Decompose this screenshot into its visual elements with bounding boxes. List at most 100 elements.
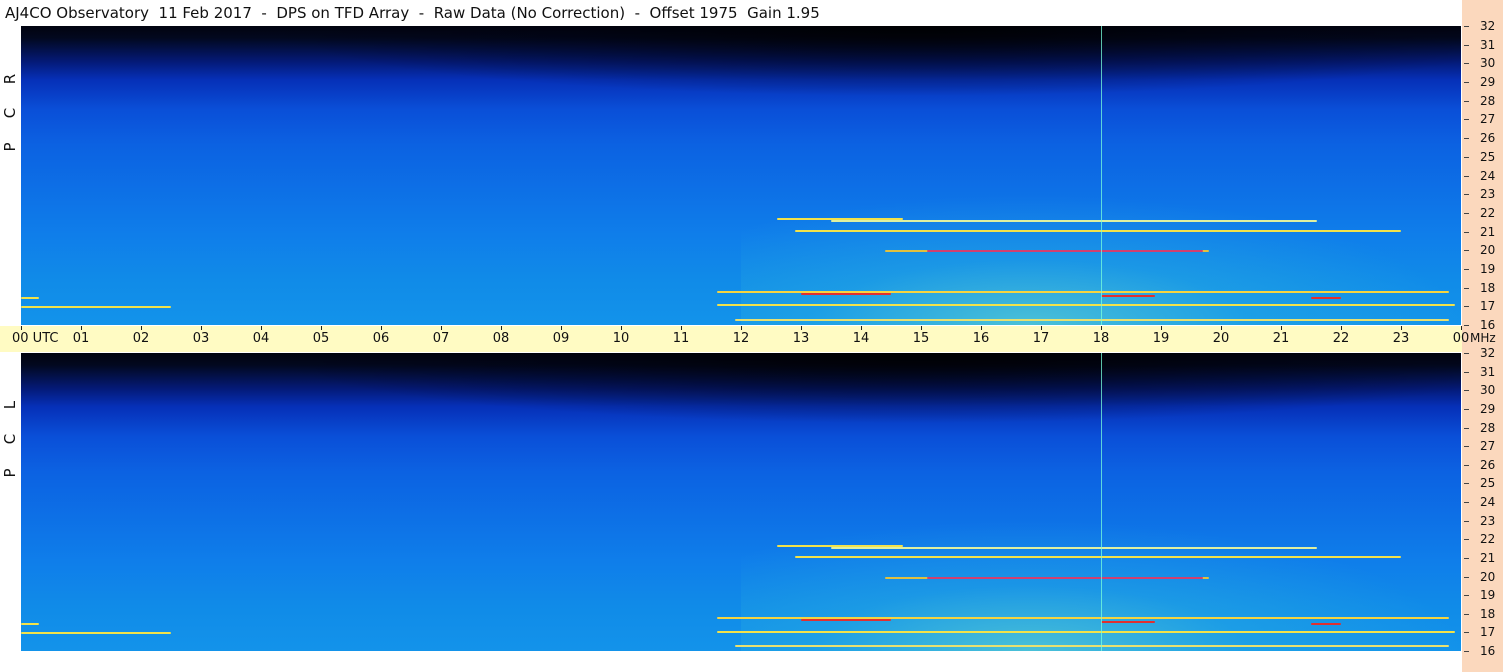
emission-streak [1101, 621, 1155, 624]
frequency-tick [1464, 82, 1469, 84]
frequency-tick [1464, 194, 1469, 196]
frequency-tick-label: 27 [1480, 439, 1496, 454]
time-tick [321, 326, 322, 330]
emission-streak [717, 630, 1455, 633]
polarization-letter: R [1, 73, 19, 85]
frequency-tick-label: 21 [1480, 550, 1496, 565]
time-tick [921, 326, 922, 330]
frequency-tick-label: 28 [1480, 93, 1496, 108]
time-tick-label: 21 [1272, 331, 1290, 346]
time-tick [1341, 326, 1342, 330]
time-tick-label: 00 UTC [12, 331, 59, 346]
frequency-tick-label: 23 [1480, 513, 1496, 528]
frequency-tick [1464, 632, 1469, 634]
frequency-tick-label: 19 [1480, 261, 1496, 276]
time-tick [201, 326, 202, 330]
time-tick-label: 04 [252, 331, 270, 346]
frequency-tick-label: 16 [1480, 644, 1496, 658]
frequency-tick-label: 21 [1480, 224, 1496, 239]
emission-streak [795, 229, 1401, 232]
time-tick [1101, 326, 1102, 330]
frequency-tick [1464, 483, 1469, 485]
time-tick-label: 10 [612, 331, 630, 346]
polarization-letter: P [1, 142, 19, 152]
time-tick [81, 326, 82, 330]
frequency-tick [1464, 212, 1469, 214]
time-tick-label: 19 [1152, 331, 1170, 346]
frequency-tick-label: 28 [1480, 420, 1496, 435]
time-tick [681, 326, 682, 330]
frequency-tick [1464, 175, 1469, 177]
emission-streak [21, 306, 171, 309]
marker-line [1101, 353, 1102, 651]
frequency-tick [1464, 156, 1469, 158]
frequency-tick [1464, 250, 1469, 252]
emission-streak [795, 556, 1401, 558]
emission-streak [21, 632, 171, 635]
emission-streak [1101, 295, 1155, 298]
time-tick-label: 15 [912, 331, 930, 346]
frequency-tick-label: 18 [1480, 606, 1496, 621]
frequency-tick [1464, 353, 1469, 354]
emission-streak [927, 250, 1203, 253]
frequency-tick-label: 17 [1480, 299, 1496, 314]
emission-streak [21, 296, 39, 299]
frequency-tick-label: 20 [1480, 569, 1496, 584]
frequency-tick [1464, 287, 1469, 289]
frequency-tick-label: 18 [1480, 280, 1496, 295]
time-tick-label: 20 [1212, 331, 1230, 346]
frequency-tick [1464, 408, 1469, 410]
frequency-tick-label: 26 [1480, 131, 1496, 146]
time-tick [741, 326, 742, 330]
time-tick-label: 07 [432, 331, 450, 346]
time-tick [1221, 326, 1222, 330]
frequency-tick [1464, 446, 1469, 448]
time-tick-label: 02 [132, 331, 150, 346]
time-tick [381, 326, 382, 330]
frequency-tick-label: 24 [1480, 495, 1496, 509]
frequency-tick [1464, 371, 1469, 373]
emission-streak [831, 546, 1317, 549]
frequency-tick-label: 24 [1480, 168, 1496, 183]
time-tick [1161, 326, 1162, 330]
frequency-tick [1464, 231, 1469, 233]
emission-streak [1311, 623, 1341, 626]
time-tick-label: 08 [492, 331, 510, 346]
frequency-tick-label: 16 [1480, 318, 1496, 332]
time-tick [21, 326, 22, 330]
dark-top-region [21, 353, 1461, 423]
time-tick [141, 326, 142, 330]
lcp-spectrogram [21, 353, 1461, 651]
time-tick [801, 326, 802, 330]
frequency-tick [1464, 390, 1469, 392]
time-tick-label: 05 [312, 331, 330, 346]
time-tick-label: 03 [192, 331, 210, 346]
time-tick [861, 326, 862, 330]
frequency-tick [1464, 325, 1469, 326]
frequency-tick-label: 25 [1480, 149, 1496, 164]
frequency-tick-label: 32 [1480, 346, 1496, 360]
time-tick-label: 16 [972, 331, 990, 346]
emission-streak [927, 576, 1203, 579]
time-tick [561, 326, 562, 330]
frequency-tick [1464, 138, 1469, 140]
time-tick-label: 00 [1452, 331, 1470, 346]
frequency-tick [1464, 63, 1469, 65]
polarization-letter: L [1, 400, 19, 410]
frequency-tick [1464, 306, 1469, 308]
frequency-tick [1464, 100, 1469, 102]
frequency-tick-label: 32 [1480, 19, 1496, 33]
polarization-letter: P [1, 468, 19, 478]
time-tick [1041, 326, 1042, 330]
mhz-unit-label: MHz [1470, 331, 1496, 345]
time-tick-label: 22 [1332, 331, 1350, 346]
frequency-tick-label: 19 [1480, 588, 1496, 603]
frequency-tick-label: 22 [1480, 532, 1496, 547]
time-tick-label: 23 [1392, 331, 1410, 346]
frequency-tick [1464, 651, 1469, 652]
time-tick-label: 13 [792, 331, 810, 346]
frequency-tick-label: 23 [1480, 187, 1496, 202]
frequency-tick [1464, 576, 1469, 578]
frequency-tick-label: 27 [1480, 112, 1496, 127]
marker-line [1101, 26, 1102, 325]
